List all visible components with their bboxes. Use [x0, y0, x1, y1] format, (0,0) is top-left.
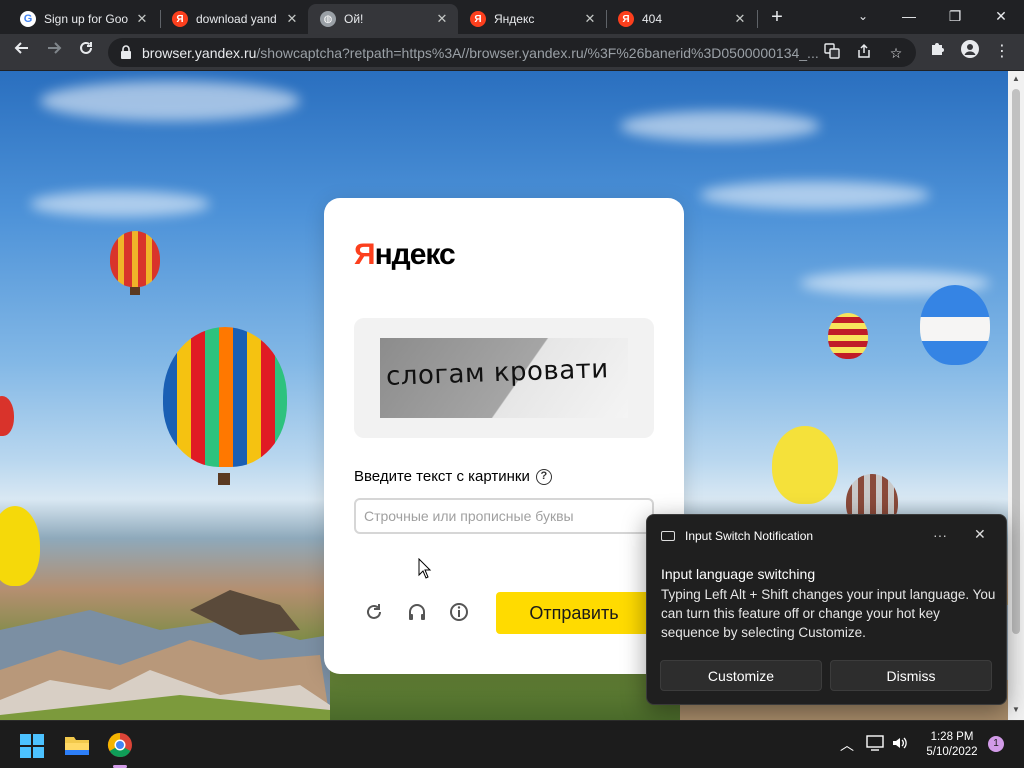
clock-time: 1:28 PM [930, 731, 974, 743]
balloon-basket [218, 473, 230, 485]
notification-body: Typing Left Alt + Shift changes your inp… [661, 587, 996, 640]
file-explorer-icon[interactable] [64, 733, 92, 761]
address-bar[interactable]: browser.yandex.ru/showcaptcha?retpath=ht… [108, 38, 916, 67]
close-window-button[interactable]: ✕ [983, 3, 1019, 29]
tab-title: Ой! [344, 12, 364, 26]
cloud [30, 191, 210, 217]
tab-404[interactable]: Я 404 ✕ [606, 4, 756, 34]
hot-air-balloon [828, 313, 868, 359]
new-tab-button[interactable]: + [766, 6, 788, 29]
extensions-puzzle-icon[interactable] [926, 40, 950, 64]
captcha-prompt-label: Введите текст с картинки [354, 468, 530, 485]
restore-button[interactable]: ❐ [937, 3, 973, 29]
show-hidden-icons-chevron-up-icon[interactable]: ︿ [840, 735, 854, 755]
reload-icon [80, 41, 92, 54]
refresh-captcha-icon[interactable] [362, 601, 386, 625]
translate-icon[interactable] [822, 43, 842, 63]
taskbar: ︿ 1:28 PM 5/10/2022 1 [0, 720, 1024, 768]
browser-toolbar: browser.yandex.ru/showcaptcha?retpath=ht… [0, 34, 1024, 71]
kebab-menu-icon[interactable]: ⋮ [990, 40, 1014, 64]
network-icon[interactable] [866, 735, 884, 754]
arrow-left-icon [14, 42, 28, 54]
tab-yandex[interactable]: Я Яндекс ✕ [458, 4, 606, 34]
dismiss-button[interactable]: Dismiss [830, 660, 992, 691]
yandex-icon: Я [618, 11, 634, 27]
cloud [40, 81, 300, 121]
arrow-right-icon [48, 42, 62, 54]
submit-captcha-button[interactable]: Отправить [496, 592, 652, 634]
close-tab-icon[interactable]: ✕ [582, 11, 598, 27]
minimize-button[interactable]: — [891, 3, 927, 29]
help-question-icon[interactable]: ? [535, 468, 552, 485]
captcha-image: слогам кровати [380, 338, 628, 418]
tab-download-yandex[interactable]: Я download yand ✕ [160, 4, 308, 34]
cloud [620, 111, 820, 141]
yandex-icon: Я [172, 11, 188, 27]
close-tab-icon[interactable]: ✕ [732, 11, 748, 27]
close-tab-icon[interactable]: ✕ [434, 11, 450, 27]
captcha-prompt: Введите текст с картинки ? [354, 468, 552, 485]
balloon-basket [130, 287, 140, 295]
more-options-icon[interactable]: ··· [933, 527, 947, 543]
info-icon[interactable] [447, 601, 471, 625]
tab-title: Яндекс [494, 12, 535, 26]
forward-button[interactable] [42, 40, 66, 64]
close-notification-icon[interactable]: ✕ [974, 526, 986, 543]
page-scrollbar[interactable]: ▲ ▼ [1008, 71, 1024, 720]
url-path: /showcaptcha?retpath=https%3A//browser.y… [256, 45, 819, 61]
tab-search-chevron-down-icon[interactable]: ⌄ [845, 3, 881, 29]
captcha-answer-input[interactable] [354, 498, 654, 534]
google-icon: G [20, 11, 36, 27]
yandex-logo-rest: ндекс [374, 238, 456, 271]
yandex-icon: Я [470, 11, 486, 27]
windows-start-icon[interactable] [20, 734, 44, 758]
scrollbar-thumb[interactable] [1012, 89, 1020, 634]
close-tab-icon[interactable]: ✕ [134, 11, 150, 27]
captcha-image-text: слогам кровати [385, 354, 610, 392]
audio-captcha-headphones-icon[interactable] [405, 601, 429, 625]
notification-app-name: Input Switch Notification [685, 529, 814, 543]
input-switch-notification: Input Switch Notification ··· ✕ Input la… [646, 514, 1007, 705]
url-host: browser.yandex.ru [142, 45, 257, 61]
tab-separator [757, 10, 758, 28]
close-tab-icon[interactable]: ✕ [284, 11, 300, 27]
system-clock[interactable]: 1:28 PM 5/10/2022 [916, 730, 988, 760]
yandex-logo-first-letter: Я [354, 238, 376, 271]
customize-button[interactable]: Customize [660, 660, 822, 691]
bookmark-star-icon[interactable]: ☆ [886, 43, 906, 63]
chrome-icon[interactable] [106, 731, 134, 759]
tab-title: Sign up for Goo [44, 12, 129, 26]
url-text: browser.yandex.ru/showcaptcha?retpath=ht… [142, 45, 819, 61]
globe-icon: ◍ [320, 11, 336, 27]
hot-air-balloon [920, 285, 990, 365]
hot-air-balloon [110, 231, 160, 287]
volume-icon[interactable] [891, 735, 909, 754]
tab-title: download yand [196, 12, 277, 26]
tab-google-signup[interactable]: G Sign up for Goo ✕ [8, 4, 158, 34]
cloud [700, 181, 930, 209]
hot-air-balloon [772, 426, 838, 504]
notification-header: Input Switch Notification [661, 529, 813, 543]
notification-count-badge[interactable]: 1 [988, 736, 1004, 752]
scroll-up-arrow-icon[interactable]: ▲ [1008, 74, 1024, 83]
hot-air-balloon [0, 396, 14, 436]
captcha-image-container: слогам кровати [354, 318, 654, 438]
profile-avatar-icon[interactable] [958, 40, 982, 64]
tab-title: 404 [642, 12, 663, 26]
tab-strip: G Sign up for Goo ✕ Я download yand ✕ ◍ … [0, 0, 1024, 34]
share-icon[interactable] [854, 43, 874, 63]
lock-icon [120, 45, 132, 64]
clock-date: 5/10/2022 [926, 746, 978, 758]
yandex-logo: Яндекс [354, 238, 456, 272]
reload-button[interactable] [74, 40, 98, 64]
hot-air-balloon [163, 327, 287, 467]
notification-title: Input language switching [661, 566, 816, 582]
tab-oops-active[interactable]: ◍ Ой! ✕ [308, 4, 458, 34]
back-button[interactable] [10, 40, 34, 64]
captcha-card: Яндекс слогам кровати Введите текст с ка… [324, 198, 684, 674]
mouse-cursor-icon [418, 557, 432, 585]
scroll-down-arrow-icon[interactable]: ▼ [1008, 705, 1024, 714]
keyboard-icon [661, 531, 675, 541]
